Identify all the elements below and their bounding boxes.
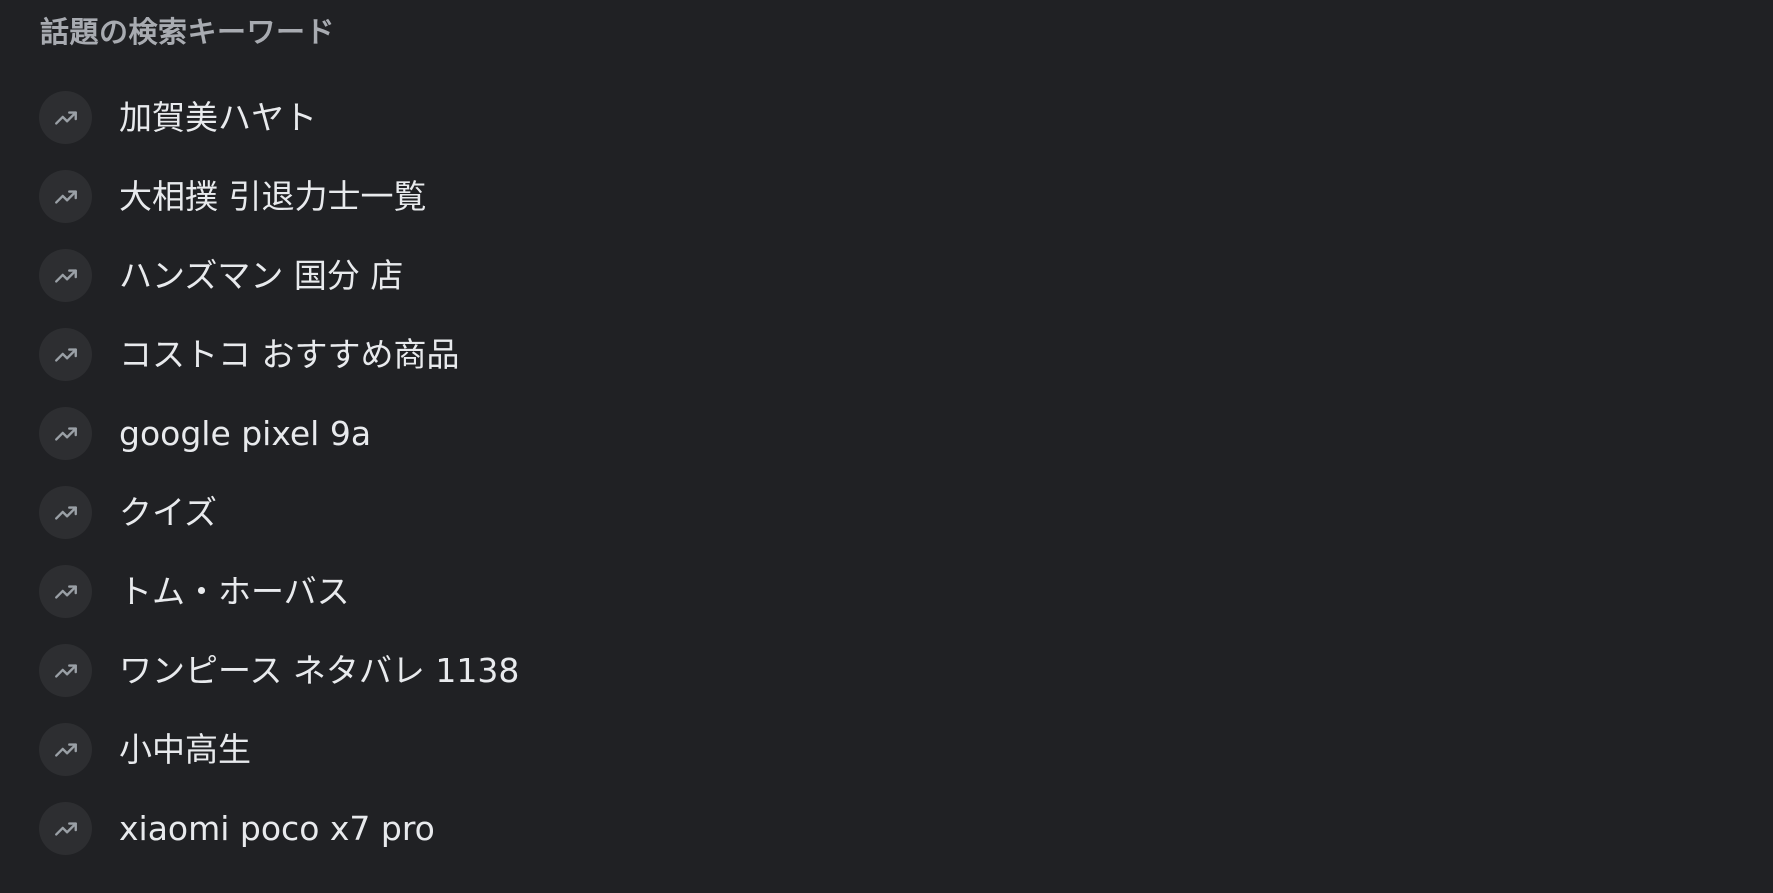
trending-up-icon — [39, 802, 92, 855]
trending-item[interactable]: クイズ — [0, 473, 939, 552]
trending-searches-panel: 話題の検索キーワード 加賀美ハヤト 大相撲 引退力士一覧 ハンズマン 国分 店 … — [0, 0, 1773, 893]
trending-item[interactable]: ハンズマン 国分 店 — [0, 236, 939, 315]
trending-item-label: xiaomi poco x7 pro — [119, 808, 435, 848]
trending-item-label: コストコ おすすめ商品 — [119, 334, 460, 374]
trending-item[interactable]: 小中高生 — [0, 710, 939, 789]
trending-item[interactable]: xiaomi poco x7 pro — [0, 789, 939, 868]
trending-item-label: 加賀美ハヤト — [119, 97, 317, 137]
trending-item-label: 大相撲 引退力士一覧 — [119, 176, 427, 216]
trending-up-icon — [39, 486, 92, 539]
trending-item-label: クイズ — [119, 492, 218, 532]
trending-up-icon — [39, 407, 92, 460]
trending-up-icon — [39, 91, 92, 144]
trending-item[interactable]: google pixel 9a — [0, 394, 939, 473]
trending-up-icon — [39, 565, 92, 618]
trending-up-icon — [39, 170, 92, 223]
trending-item-label: トム・ホーバス — [119, 571, 350, 611]
trending-up-icon — [39, 644, 92, 697]
trending-item[interactable]: 加賀美ハヤト — [0, 78, 939, 157]
trending-item-label: ワンピース ネタバレ 1138 — [119, 650, 520, 690]
section-title: 話題の検索キーワード — [40, 15, 336, 49]
trending-item-label: 小中高生 — [119, 729, 251, 769]
trending-list: 加賀美ハヤト 大相撲 引退力士一覧 ハンズマン 国分 店 コストコ おすすめ商品… — [0, 78, 939, 868]
trending-item[interactable]: コストコ おすすめ商品 — [0, 315, 939, 394]
trending-up-icon — [39, 723, 92, 776]
trending-item[interactable]: ワンピース ネタバレ 1138 — [0, 631, 939, 710]
trending-item-label: google pixel 9a — [119, 413, 372, 453]
trending-item[interactable]: 大相撲 引退力士一覧 — [0, 157, 939, 236]
trending-item[interactable]: トム・ホーバス — [0, 552, 939, 631]
trending-up-icon — [39, 328, 92, 381]
trending-up-icon — [39, 249, 92, 302]
trending-item-label: ハンズマン 国分 店 — [119, 255, 404, 295]
